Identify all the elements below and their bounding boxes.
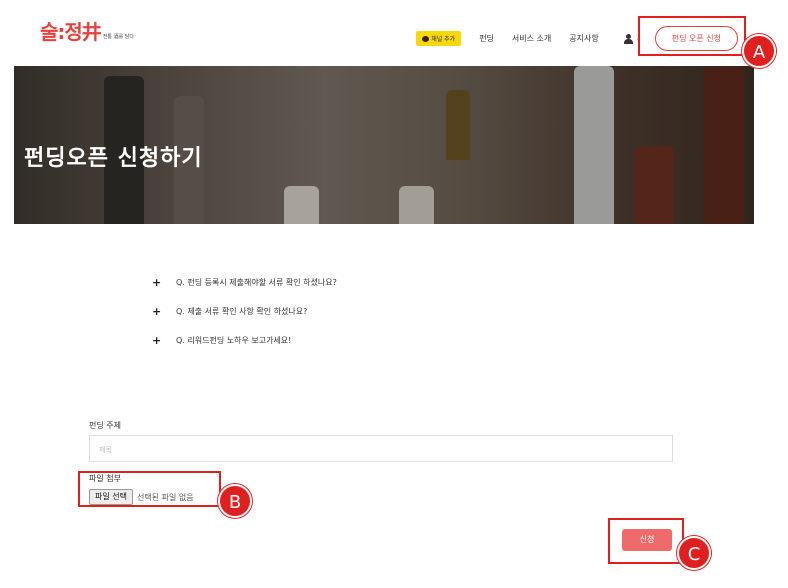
annotation-box-c	[608, 518, 684, 564]
nav-service-intro[interactable]: 서비스 소개	[512, 33, 551, 44]
kakao-channel-label: 채널 추가	[431, 36, 456, 43]
subject-placeholder: 제목	[99, 446, 112, 454]
annotation-box-a	[638, 16, 746, 56]
page-title: 펀딩오픈 신청하기	[24, 146, 203, 171]
nav-notice[interactable]: 공지사항	[569, 33, 598, 44]
hero-banner: 펀딩오픈 신청하기	[14, 66, 754, 224]
plus-icon[interactable]: +	[152, 305, 170, 318]
annotation-marker-c: C	[677, 536, 711, 570]
kakao-chat-icon	[422, 35, 430, 42]
faq-question[interactable]: Q. 리워드펀딩 노하우 보고가세요!	[176, 335, 291, 346]
annotation-marker-a: A	[742, 34, 776, 68]
faq-item[interactable]: + Q. 리워드펀딩 노하우 보고가세요!	[152, 326, 337, 355]
nav-funding[interactable]: 펀딩	[479, 33, 494, 44]
logo-tagline: 전통 酒를 담다	[102, 34, 134, 40]
subject-input[interactable]: 제목	[89, 435, 673, 462]
faq-item[interactable]: + Q. 펀딩 등록시 제출해야할 서류 확인 하셨나요?	[152, 268, 337, 297]
site-logo[interactable]: 술:정井 전통 酒를 담다	[40, 20, 134, 44]
annotation-marker-b: B	[218, 484, 252, 518]
logo-text: 술:정井	[40, 20, 102, 44]
faq-item[interactable]: + Q. 제출 서류 확인 사항 확인 하셨나요?	[152, 297, 337, 326]
faq-list: + Q. 펀딩 등록시 제출해야할 서류 확인 하셨나요? + Q. 제출 서류…	[152, 268, 337, 355]
subject-label: 펀딩 주제	[89, 421, 121, 430]
faq-question[interactable]: Q. 제출 서류 확인 사항 확인 하셨나요?	[176, 306, 307, 317]
faq-question[interactable]: Q. 펀딩 등록시 제출해야할 서류 확인 하셨나요?	[176, 277, 337, 288]
plus-icon[interactable]: +	[152, 276, 170, 289]
plus-icon[interactable]: +	[152, 334, 170, 347]
kakao-channel-button[interactable]: 채널 추가	[416, 31, 462, 46]
annotation-box-b	[78, 471, 221, 507]
user-icon[interactable]	[623, 33, 633, 44]
